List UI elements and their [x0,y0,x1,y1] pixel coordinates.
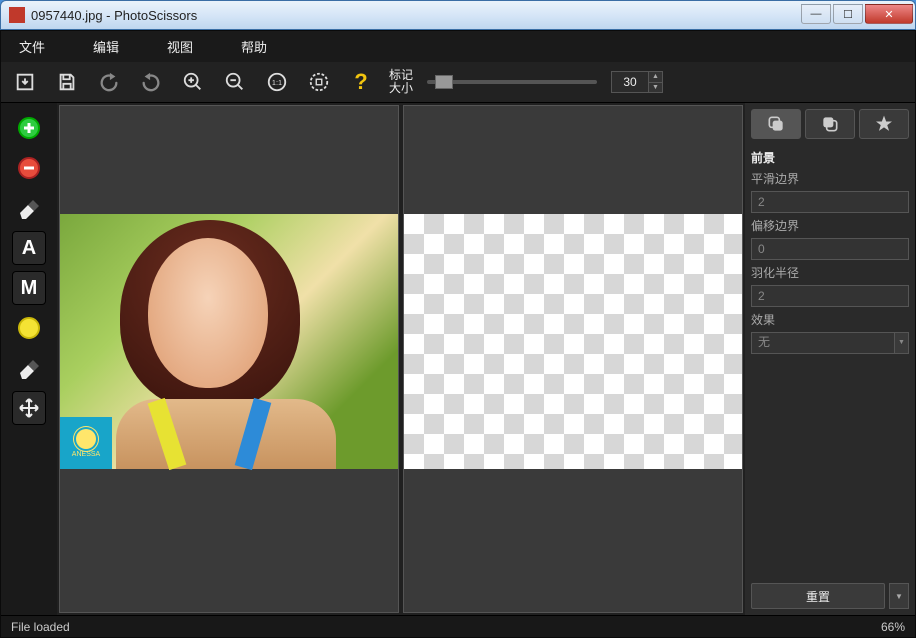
section-title: 前景 [751,149,909,166]
foreground-marker-tool[interactable] [12,111,46,145]
window-maximize-button[interactable]: ☐ [833,4,863,24]
feather-label: 羽化半径 [751,264,909,281]
app-icon [9,7,25,23]
result-image-panel[interactable] [403,105,743,613]
help-button[interactable]: ? [347,68,375,96]
layers-back-icon [820,114,840,134]
zoom-in-icon [182,71,204,93]
plus-circle-icon [17,116,41,140]
prop-tab-background[interactable] [805,109,855,139]
reset-dropdown[interactable]: ▼ [889,583,909,609]
menubar: 文件 编辑 视图 帮助 [1,31,915,62]
star-icon [874,114,894,134]
marker-size-spin[interactable]: ▲▼ [611,71,663,93]
feather-field[interactable]: ▲▼ [751,285,909,307]
source-image-panel[interactable]: ANESSA [59,105,399,613]
prop-tab-foreground[interactable] [751,109,801,139]
smooth-input[interactable] [752,192,916,212]
eraser-icon [17,196,41,220]
zoom-actual-button[interactable]: 1:1 [263,68,291,96]
feather-input[interactable] [752,286,916,306]
marker-size-slider[interactable] [427,80,597,84]
zoom-out-button[interactable] [221,68,249,96]
move-tool[interactable] [12,391,46,425]
undo-button[interactable] [95,68,123,96]
help-icon: ? [354,69,367,95]
effect-value: 无 [752,333,894,353]
properties-panel: 前景 平滑边界 ▲▼ 偏移边界 ▲▼ 羽化半径 ▲▼ 效果 无 ▼ [745,103,915,615]
menu-help[interactable]: 帮助 [241,37,267,56]
window-title: 0957440.jpg - PhotoScissors [31,8,197,23]
spin-up[interactable]: ▲ [648,72,662,82]
marker-size-input[interactable] [612,72,648,92]
offset-label: 偏移边界 [751,217,909,234]
smooth-label: 平滑边界 [751,170,909,187]
menu-file[interactable]: 文件 [19,37,45,56]
svg-text:1:1: 1:1 [272,78,282,87]
effect-field[interactable]: 无 ▼ [751,332,909,354]
zoom-in-button[interactable] [179,68,207,96]
zoom-fit-icon [308,71,330,93]
open-icon [14,71,36,93]
yellow-circle-icon [17,316,41,340]
toolbar: 1:1 ? 标记 大小 ▲▼ [1,62,915,103]
marker-size-label: 标记 大小 [389,69,413,95]
open-button[interactable] [11,68,39,96]
eraser2-icon [17,356,41,380]
offset-input[interactable] [752,239,916,259]
window-minimize-button[interactable]: — [801,4,831,24]
reset-button[interactable]: 重置 [751,583,885,609]
transparent-result [404,214,742,469]
window-titlebar: 0957440.jpg - PhotoScissors — ☐ ✕ [0,0,916,30]
status-zoom: 66% [881,620,905,634]
status-message: File loaded [11,620,70,634]
redo-icon [140,71,162,93]
menu-edit[interactable]: 编辑 [93,37,119,56]
background-marker-tool[interactable] [12,151,46,185]
badge-brand: ANESSA [72,451,100,458]
highlight-tool[interactable] [12,311,46,345]
layers-front-icon [766,114,786,134]
move-icon [17,396,41,420]
save-button[interactable] [53,68,81,96]
minus-circle-icon [17,156,41,180]
prop-tab-favorite[interactable] [859,109,909,139]
spin-down[interactable]: ▼ [648,82,662,92]
menu-view[interactable]: 视图 [167,37,193,56]
window-close-button[interactable]: ✕ [865,4,913,24]
eraser-tool[interactable] [12,191,46,225]
save-icon [56,71,78,93]
source-image: ANESSA [60,214,398,469]
offset-field[interactable]: ▲▼ [751,238,909,260]
redo-button[interactable] [137,68,165,96]
tool-sidebar: A M [1,103,57,615]
image-badge: ANESSA [60,417,112,469]
undo-icon [98,71,120,93]
cleanup-eraser-tool[interactable] [12,351,46,385]
smooth-field[interactable]: ▲▼ [751,191,909,213]
auto-tool[interactable]: A [12,231,46,265]
zoom-out-icon [224,71,246,93]
statusbar: File loaded 66% [1,615,915,637]
effect-label: 效果 [751,311,909,328]
slider-thumb[interactable] [435,75,453,89]
zoom-fit-button[interactable] [305,68,333,96]
manual-tool[interactable]: M [12,271,46,305]
zoom-1to1-icon: 1:1 [266,71,288,93]
